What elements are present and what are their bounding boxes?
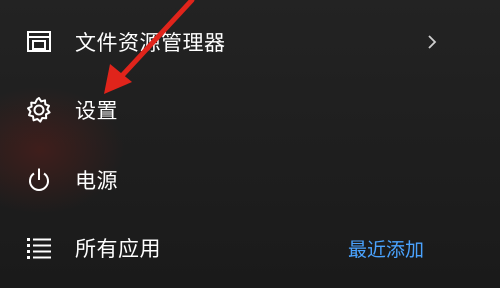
- menu-item-settings[interactable]: 设置: [0, 80, 500, 140]
- list-icon: [22, 231, 56, 265]
- menu-item-label: 电源: [75, 169, 118, 193]
- start-menu-panel: 文件资源管理器 设置 电源 所有应用 最近添加: [0, 0, 500, 288]
- chevron-right-icon[interactable]: [424, 32, 440, 52]
- file-explorer-icon: [22, 25, 56, 59]
- menu-item-file-explorer[interactable]: 文件资源管理器: [0, 12, 500, 72]
- gear-icon: [22, 93, 56, 127]
- menu-item-label: 设置: [75, 99, 118, 123]
- menu-item-label: 文件资源管理器: [75, 31, 226, 55]
- menu-item-label: 所有应用: [75, 237, 161, 261]
- menu-item-power[interactable]: 电源: [0, 150, 500, 210]
- recently-added-link[interactable]: 最近添加: [348, 235, 424, 262]
- power-icon: [22, 163, 56, 197]
- menu-item-all-apps[interactable]: 所有应用 最近添加: [0, 218, 500, 278]
